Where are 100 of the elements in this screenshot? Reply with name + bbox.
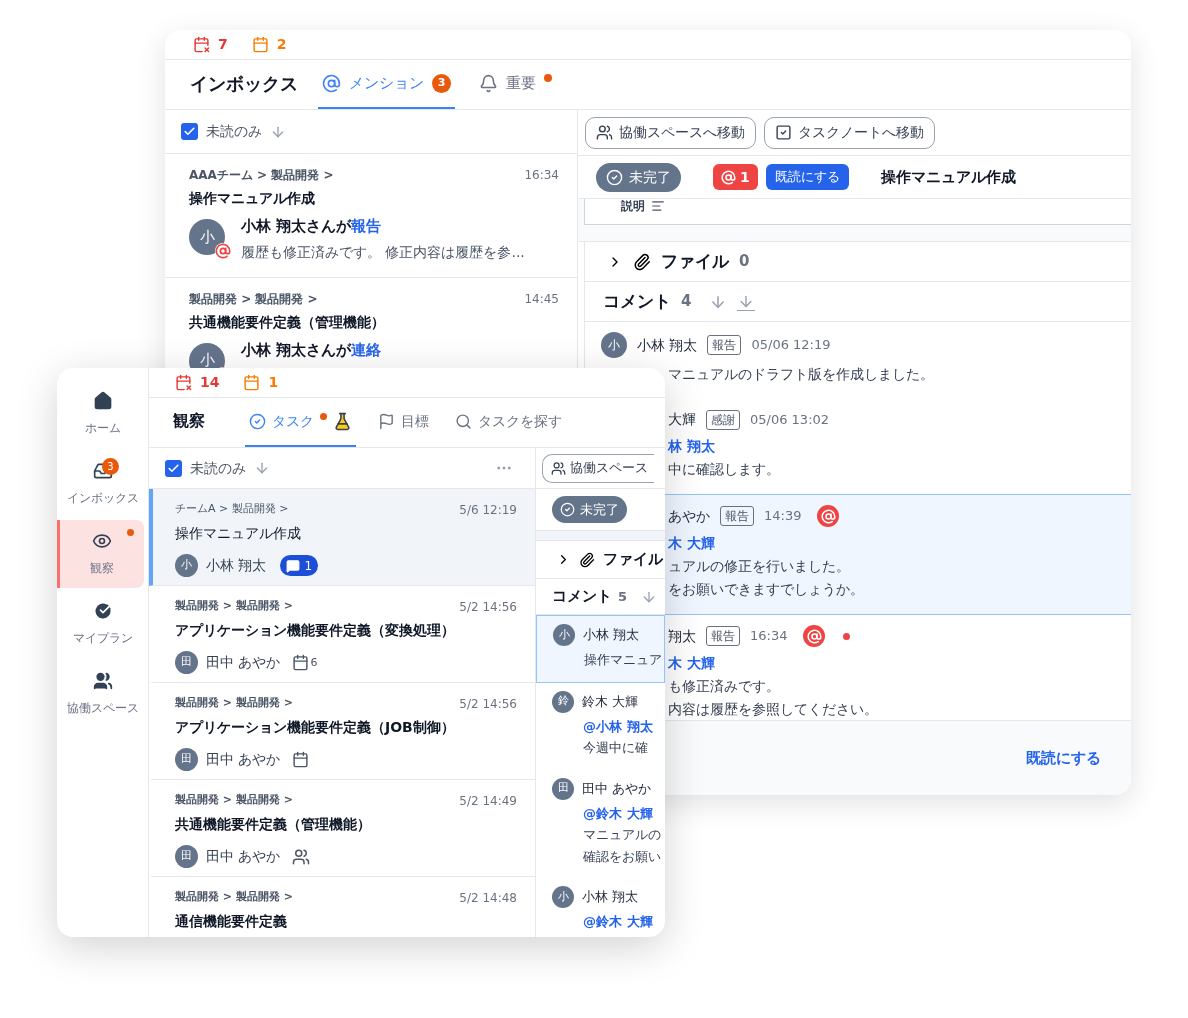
activity-summary: 小林 翔太さんが報告 (241, 216, 383, 237)
filter-label: 未読のみ (190, 458, 246, 478)
comment-text: マニュアルの (583, 826, 662, 844)
timestamp: 5/2 14:56 (459, 599, 517, 616)
task-title: アプリケーション機能要件定義（変換処理） (175, 621, 456, 640)
breadcrumb: 製品開発 > 製品開発 > (189, 290, 318, 308)
inbox-item[interactable]: AAAチーム > 製品開発 > 16:34 操作マニュアル作成 小 小林 翔太さんが報告 履歴も修正済みです。 修正内容は履歴を参... (165, 154, 577, 278)
timestamp: 16:34 (524, 167, 559, 184)
count: 2 (276, 35, 287, 54)
mention-link[interactable]: 林 翔太 (668, 436, 1131, 457)
assignee-name: 田中 あやか (206, 750, 281, 769)
count: 14 (200, 373, 220, 392)
bell-icon (479, 74, 498, 93)
avatar: 小 (552, 886, 574, 908)
tab[interactable]: タスク (245, 398, 356, 447)
mention-link[interactable]: 木 大輝 (668, 533, 1131, 554)
timestamp: 05/06 12:19 (751, 336, 831, 355)
tab[interactable]: メンション 3 (318, 60, 455, 109)
people-icon (551, 460, 566, 476)
avatar: 小 (189, 342, 225, 369)
move-button[interactable]: 協働スペースへ移動 (585, 116, 756, 149)
mention-link[interactable]: 木 大輝 (668, 653, 1131, 674)
avatar: 田 (552, 777, 574, 800)
checkbox[interactable] (165, 459, 182, 477)
task-title: 通信機能要件定義 (175, 912, 288, 931)
move-button[interactable]: 協働スペース (542, 453, 654, 483)
author-name: 翔太 (668, 626, 696, 646)
breadcrumb: 製品開発 > 製品開発 > (175, 792, 293, 808)
author-name: 小林 翔太 (637, 335, 698, 355)
sidebar-item[interactable]: インボックス 3 (57, 450, 148, 518)
avatar: 田 (175, 748, 198, 771)
description-label: 説明 (621, 199, 645, 213)
author-name: 田中 あやか (582, 779, 652, 798)
avatar: 鈴 (552, 690, 574, 713)
task-item[interactable]: 製品開発 > 製品開発 > 5/2 14:49 共通機能要件定義（管理機能） 田 田中 あやか (149, 780, 535, 877)
task-title: 共通機能要件定義（管理機能） (175, 815, 372, 834)
tab[interactable]: タスクを探す (451, 398, 566, 447)
sidebar-label: インボックス (66, 490, 139, 507)
timestamp: 16:34 (750, 627, 788, 646)
breadcrumb: 製品開発 > 製品開発 > (175, 695, 293, 711)
mention-count-badge: 1 (713, 164, 758, 190)
tab[interactable]: 重要 (475, 60, 556, 109)
section-title: コメント (603, 289, 671, 313)
author-name: 大輝 (668, 410, 696, 429)
assignee-name: 田中 あやか (206, 653, 281, 672)
search-icon (455, 413, 472, 430)
calendar-x-icon[interactable] (175, 374, 192, 391)
sidebar-item[interactable]: ホーム (57, 380, 148, 448)
calendar-icon[interactable] (243, 374, 261, 391)
assignee-name: 田中 あやか (206, 847, 281, 866)
task-item[interactable]: チームA > 製品開発 > 5/6 12:19 操作マニュアル作成 小 小林 翔太 1 (149, 489, 535, 586)
sidebar-item[interactable]: 協働スペース (57, 660, 148, 728)
sidebar-item[interactable]: マイプラン (57, 590, 148, 658)
comment-text: 確認をお願い (583, 847, 662, 866)
task-item[interactable]: 製品開発 > 製品開発 > 5/2 14:56 アプリケーション機能要件定義（変換処理） 田 田中 あやか 6 (149, 586, 535, 683)
mention-icon (215, 243, 231, 259)
mark-read-link[interactable]: 既読にする (1026, 746, 1101, 770)
status-pill[interactable]: 未完了 (552, 496, 627, 523)
filter-label: 未読のみ (206, 122, 262, 141)
author-name: 小林 翔太 (582, 888, 639, 907)
mention-link[interactable]: @鈴木 大輝 (583, 803, 665, 823)
calendar-x-icon[interactable] (193, 36, 210, 53)
count-badge: 3 (102, 458, 119, 475)
move-button[interactable]: タスクノートへ移動 (764, 116, 935, 149)
window-title: インボックス (190, 72, 298, 96)
tab[interactable]: 目標 (374, 398, 433, 447)
calendar-icon (292, 654, 310, 671)
people-icon (596, 124, 613, 141)
file-count: 0 (739, 251, 750, 273)
task-item[interactable]: 製品開発 > 製品開発 > 5/2 14:48 通信機能要件定義 (149, 877, 535, 937)
author-name: 鈴木 大輝 (582, 692, 639, 711)
sidebar-label: 協働スペース (66, 700, 139, 717)
lines-icon (651, 199, 665, 213)
comment-tag: 報告 (720, 506, 754, 526)
avatar: 小 (553, 624, 575, 646)
breadcrumb: 製品開発 > 製品開発 > (175, 889, 293, 905)
window-title: 観察 (173, 410, 205, 432)
timestamp: 14:39 (764, 507, 802, 526)
checkbox[interactable] (181, 123, 198, 140)
task-title: 操作マニュアル作成 (880, 166, 1016, 188)
sort-icon[interactable] (254, 460, 270, 476)
breadcrumb: AAAチーム > 製品開発 > (189, 167, 334, 184)
paperclip-icon (633, 252, 651, 271)
task-title: 操作マニュアル作成 (175, 524, 302, 543)
mark-read-button[interactable]: 既読にする (765, 164, 849, 190)
mention-link[interactable]: @小林 翔太 (583, 716, 665, 736)
paperclip-icon (579, 551, 595, 568)
breadcrumb: チームA > 製品開発 > (175, 501, 289, 517)
task-item[interactable]: 製品開発 > 製品開発 > 5/2 14:56 アプリケーション機能要件定義（JOB制御） 田 田中 あやか (149, 683, 535, 780)
at-sign-icon (322, 74, 341, 93)
assignee-name: 小林 翔太 (206, 556, 267, 575)
status-pill[interactable]: 未完了 (596, 162, 681, 192)
sidebar-label: ホーム (84, 420, 121, 437)
comment-text: 中に確認します。 (668, 460, 781, 479)
mention-link[interactable]: @鈴木 大輝 (583, 912, 665, 932)
calendar-icon[interactable] (251, 36, 269, 53)
timestamp: 05/06 13:02 (750, 410, 830, 429)
sidebar-item[interactable]: 観察 (57, 520, 144, 588)
comment-text: 内容は履歴を参照してください。 (668, 700, 879, 719)
comment-text: 今週中に確 (583, 739, 649, 757)
